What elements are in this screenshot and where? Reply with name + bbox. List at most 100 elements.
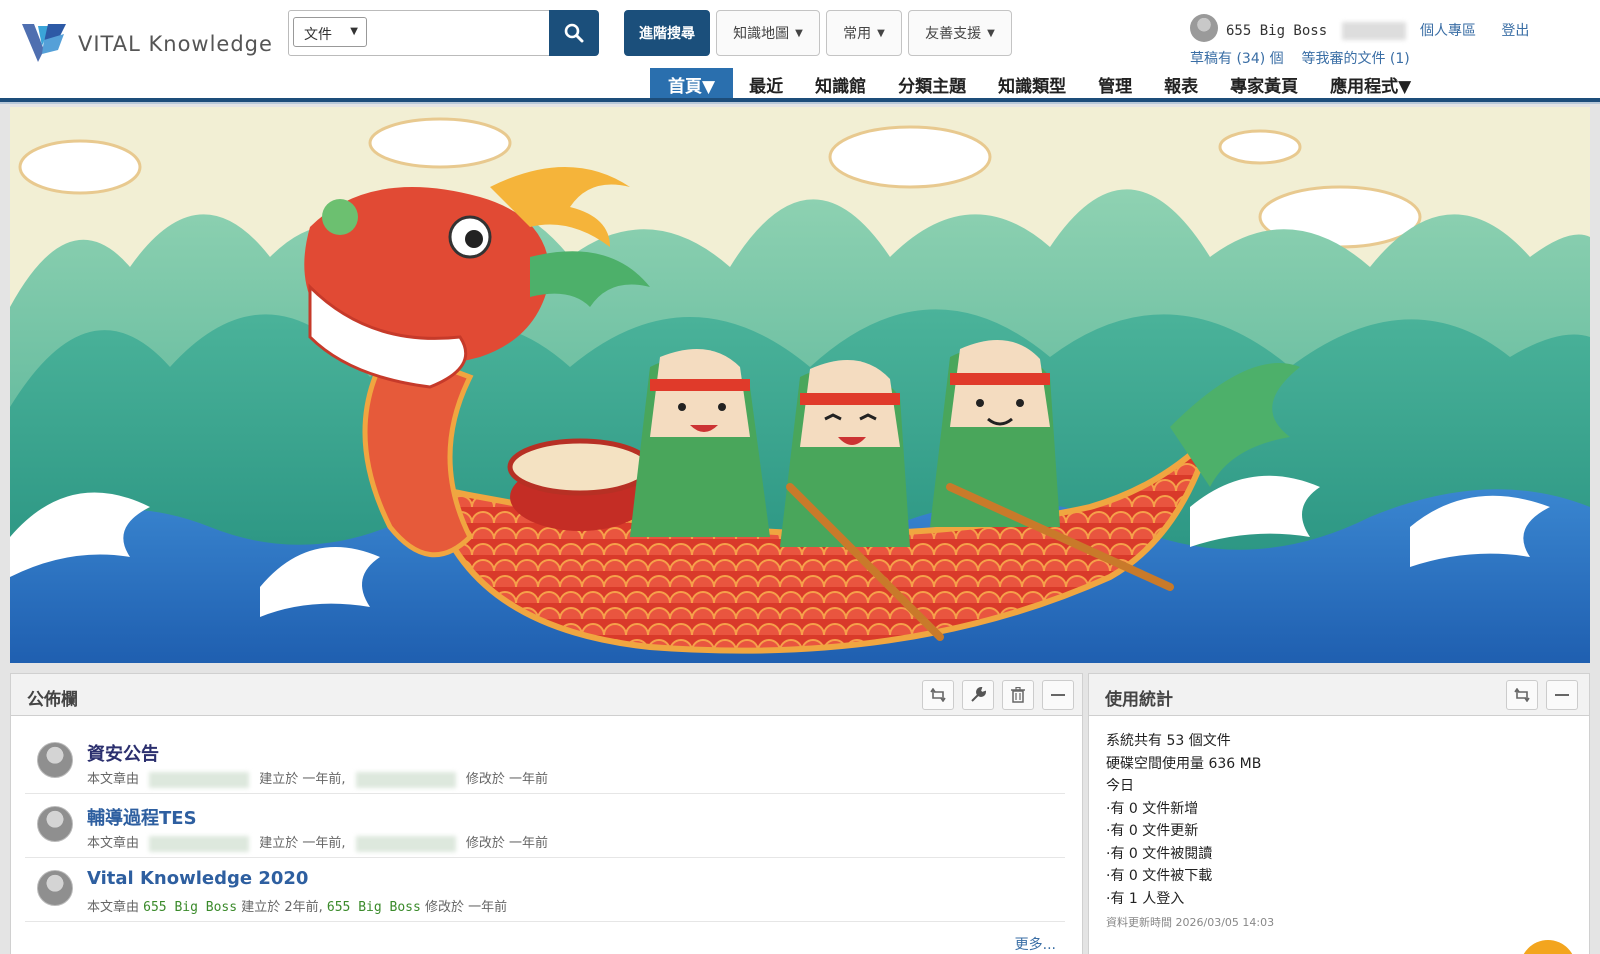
stat-disk-usage: 硬碟空間使用量 636 MB	[1106, 755, 1262, 772]
user-status-line: 草稿有 (34) 個 等我審的文件 (1)	[1190, 48, 1410, 68]
nav-category-topics[interactable]: 分類主題	[882, 68, 982, 100]
minimize-button[interactable]	[1042, 680, 1074, 710]
author-avatar[interactable]	[37, 742, 73, 778]
post-modifier-link[interactable]: 655 Big Boss	[327, 900, 421, 915]
search-icon	[564, 23, 584, 43]
refresh-icon	[1514, 688, 1530, 702]
post-title-link[interactable]: Vital Knowledge 2020	[87, 868, 308, 889]
post-meta-created: 建立於 2年前,	[241, 900, 323, 915]
nav-management[interactable]: 管理	[1082, 68, 1148, 100]
personal-area-link[interactable]: 個人專區	[1420, 23, 1476, 39]
usage-stats-title: 使用統計	[1105, 690, 1173, 710]
knowledge-map-label: 知識地圖	[733, 26, 790, 42]
bulletin-post: 輔導過程TES 本文章由 建立於 一年前, 修改於 一年前	[25, 794, 1065, 858]
caret-down-icon: ▼	[877, 27, 885, 39]
stat-new-docs: ·有 0 文件新增	[1106, 800, 1199, 817]
settings-button[interactable]	[962, 680, 994, 710]
search-scope-label: 文件	[304, 27, 332, 43]
minimize-button[interactable]	[1546, 680, 1578, 710]
post-meta: 本文章由 建立於 一年前, 修改於 一年前	[87, 832, 548, 852]
usage-stats-body: 系統共有 53 個文件 硬碟空間使用量 636 MB 今日 ·有 0 文件新增 …	[1106, 730, 1274, 935]
search-button[interactable]	[549, 10, 599, 56]
nav-expert-directory[interactable]: 專家黃頁	[1214, 68, 1314, 100]
minimize-icon	[1555, 694, 1569, 696]
post-meta-modified: 修改於 一年前	[465, 772, 548, 787]
user-line: 655 Big Boss 個人專區 登出	[1226, 20, 1529, 40]
trash-icon	[1011, 687, 1025, 703]
bulletin-post: Vital Knowledge 2020 本文章由 655 Big Boss 建…	[25, 858, 1065, 922]
redacted-modifier	[355, 771, 456, 788]
stat-downloaded-docs: ·有 0 文件被下載	[1106, 868, 1213, 884]
stat-logins: ·有 1 人登入	[1106, 890, 1185, 907]
post-meta-created: 建立於 一年前,	[259, 772, 346, 787]
post-meta-prefix: 本文章由	[87, 772, 140, 787]
post-meta-created: 建立於 一年前,	[259, 836, 346, 851]
stat-read-docs: ·有 0 文件被閱讀	[1106, 845, 1213, 862]
logo-mark-icon	[22, 24, 66, 62]
post-meta-prefix: 本文章由	[87, 836, 140, 851]
search-scope-select[interactable]: 文件 ▼	[293, 17, 367, 47]
friendly-support-label: 友善支援	[925, 26, 982, 42]
search-input[interactable]	[373, 15, 543, 51]
header-divider-light	[0, 102, 1600, 104]
vital-knowledge-logo[interactable]: VITAL Knowledge	[20, 20, 273, 64]
bulletin-post: 資安公告 本文章由 建立於 一年前, 修改於 一年前	[25, 730, 1065, 794]
redacted-author	[149, 835, 250, 852]
search-box: 文件 ▼	[288, 10, 550, 56]
user-name: 655 Big Boss	[1226, 23, 1328, 39]
redacted-modifier	[355, 835, 456, 852]
bulletin-title: 公佈欄	[27, 690, 78, 710]
stats-updated-time: 資料更新時間 2026/03/05 14:03	[1106, 916, 1275, 929]
pending-review-link[interactable]: 等我審的文件 (1)	[1301, 51, 1409, 67]
banner-image	[10, 107, 1590, 663]
stat-updated-docs: ·有 0 文件更新	[1106, 823, 1199, 839]
more-link[interactable]: 更多...	[1015, 934, 1056, 954]
post-meta: 本文章由 建立於 一年前, 修改於 一年前	[87, 768, 548, 788]
delete-button[interactable]	[1002, 680, 1034, 710]
wrench-icon	[971, 687, 986, 702]
nav-knowledge-hall[interactable]: 知識館	[799, 68, 882, 100]
author-avatar[interactable]	[37, 870, 73, 906]
post-title-link[interactable]: 輔導過程TES	[87, 804, 197, 830]
post-meta: 本文章由 655 Big Boss 建立於 2年前, 655 Big Boss …	[87, 896, 507, 915]
nav-reports[interactable]: 報表	[1148, 68, 1214, 100]
caret-down-icon: ▼	[795, 27, 803, 39]
advanced-search-button[interactable]: 進階搜尋	[624, 10, 710, 56]
user-avatar[interactable]	[1190, 14, 1218, 42]
main-nav: 首頁▼ 最近 知識館 分類主題 知識類型 管理 報表 專家黃頁 應用程式▼	[650, 68, 1427, 100]
knowledge-map-button[interactable]: 知識地圖 ▼	[716, 10, 820, 56]
caret-down-icon: ▼	[987, 27, 995, 39]
post-meta-modified: 修改於 一年前	[424, 900, 508, 915]
redacted-text	[1341, 22, 1406, 40]
friendly-support-button[interactable]: 友善支援 ▼	[908, 10, 1012, 56]
nav-home[interactable]: 首頁▼	[650, 68, 734, 100]
author-avatar[interactable]	[37, 806, 73, 842]
stat-total-docs: 系統共有 53 個文件	[1106, 733, 1231, 749]
common-label: 常用	[843, 26, 872, 42]
post-meta-prefix: 本文章由	[87, 900, 140, 915]
post-title-link[interactable]: 資安公告	[87, 740, 159, 766]
common-button[interactable]: 常用 ▼	[826, 10, 902, 56]
advanced-search-label: 進階搜尋	[639, 26, 695, 42]
refresh-button[interactable]	[1506, 680, 1538, 710]
logout-link[interactable]: 登出	[1501, 23, 1529, 39]
header: VITAL Knowledge 文件 ▼ 進階搜尋 知識地圖 ▼ 常用 ▼ 友善…	[0, 0, 1600, 104]
minimize-icon	[1051, 694, 1065, 696]
usage-stats-header: 使用統計	[1089, 674, 1589, 716]
nav-applications[interactable]: 應用程式▼	[1314, 68, 1427, 100]
bulletin-panel-header: 公佈欄	[11, 674, 1082, 716]
post-author-link[interactable]: 655 Big Boss	[143, 900, 237, 915]
refresh-button[interactable]	[922, 680, 954, 710]
usage-stats-panel: 使用統計 系統共有 53 個文件 硬碟空間使用量 636 MB 今日 ·有 0 …	[1088, 673, 1590, 954]
drafts-link[interactable]: 草稿有 (34) 個	[1190, 51, 1284, 67]
logo-text: VITAL Knowledge	[78, 32, 273, 56]
refresh-icon	[930, 688, 946, 702]
bulletin-panel: 公佈欄 資安公告 本文章由 建立於 一年前, 修改於 一年前 輔導過程TES 本…	[10, 673, 1083, 954]
stat-today-label: 今日	[1106, 778, 1134, 794]
post-meta-modified: 修改於 一年前	[465, 836, 548, 851]
dragon-boat-illustration	[10, 107, 1590, 663]
nav-knowledge-types[interactable]: 知識類型	[982, 68, 1082, 100]
redacted-author	[149, 771, 250, 788]
nav-recent[interactable]: 最近	[733, 68, 799, 100]
caret-down-icon: ▼	[350, 26, 358, 37]
